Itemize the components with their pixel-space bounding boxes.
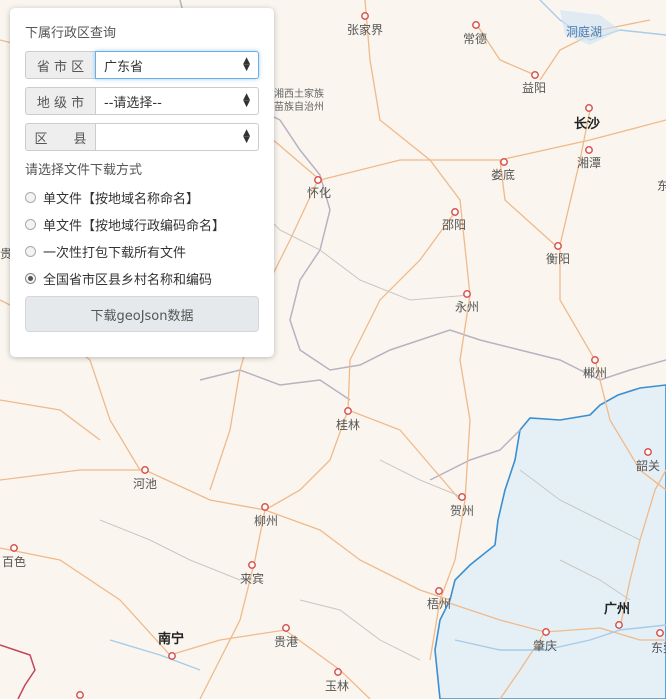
region-label-xiangxi-2: 苗族自治州 (274, 100, 324, 113)
radio-icon[interactable] (25, 246, 36, 257)
panel-title: 下属行政区查询 (25, 26, 117, 41)
province-row: 省 市 区 广东省 ▲ ▼ (25, 51, 259, 79)
admin-query-panel: 下属行政区查询 省 市 区 广东省 ▲ ▼ 地 级 市 --请选择-- ▲ ▼ 区 … (10, 8, 274, 357)
radio-icon[interactable] (25, 219, 36, 230)
region-label-xiangxi-1: 湘西土家族 (274, 87, 324, 100)
city-label: 桂林 (336, 417, 360, 432)
edge-label-right-top: 东 (657, 179, 666, 193)
select-arrows-icon: ▲ ▼ (243, 128, 250, 145)
county-select[interactable]: ▲ ▼ (95, 123, 259, 151)
city-label: 柳州 (254, 514, 278, 528)
radio-icon[interactable] (25, 192, 36, 203)
city-label: 怀化 (307, 186, 331, 200)
select-arrows-icon: ▲ ▼ (243, 92, 250, 109)
city-select-value: --请选择-- (104, 95, 162, 111)
city-label: 郴州 (583, 366, 607, 380)
radio-checked-icon[interactable] (25, 273, 36, 284)
city-label: 邵阳 (442, 218, 466, 232)
city-label: 玉林 (325, 679, 349, 693)
download-mode-label: 请选择文件下载方式 (25, 163, 143, 178)
city-label: 百色 (2, 555, 26, 569)
edge-label-right: 东莞 (651, 641, 666, 655)
city-label: 湘潭 (577, 155, 601, 170)
download-option-national[interactable]: 全国省市区县乡村名称和编码 (25, 265, 259, 292)
city-select[interactable]: --请选择-- ▲ ▼ (95, 87, 259, 115)
city-label: 长沙 (574, 116, 600, 132)
city-label: 地 级 市 (25, 87, 95, 115)
province-select-value: 广东省 (104, 59, 144, 75)
city-label: 南宁 (158, 631, 184, 647)
city-label: 韶关 (636, 458, 660, 473)
city-label: 贵港 (274, 635, 298, 649)
city-label: 娄底 (491, 167, 515, 182)
city-label: 衡阳 (546, 252, 570, 266)
city-label: 常德 (463, 31, 487, 46)
lake-label-dongting: 洞庭湖 (566, 24, 602, 39)
province-select[interactable]: 广东省 ▲ ▼ (95, 51, 259, 79)
download-option-zip[interactable]: 一次性打包下载所有文件 (25, 238, 259, 265)
download-option-label: 单文件【按地域名称命名】 (43, 192, 200, 207)
city-label: 河池 (133, 477, 157, 491)
download-option-code[interactable]: 单文件【按地域行政编码命名】 (25, 211, 259, 238)
county-row: 区 县 ▲ ▼ (25, 123, 259, 151)
province-label: 省 市 区 (25, 51, 95, 79)
city-label: 张家界 (347, 22, 383, 37)
city-label: 益阳 (522, 81, 546, 95)
city-row: 地 级 市 --请选择-- ▲ ▼ (25, 87, 259, 115)
download-option-label: 全国省市区县乡村名称和编码 (43, 273, 213, 288)
city-label: 肇庆 (533, 638, 557, 653)
download-geojson-button[interactable]: 下载geoJson数据 (25, 296, 259, 332)
download-option-label: 单文件【按地域行政编码命名】 (43, 219, 226, 234)
city-label: 梧州 (427, 596, 451, 611)
city-label: 广州 (604, 601, 630, 617)
city-label: 贺州 (450, 504, 474, 518)
county-label: 区 县 (25, 123, 95, 151)
download-option-name[interactable]: 单文件【按地域名称命名】 (25, 184, 259, 211)
download-option-label: 一次性打包下载所有文件 (43, 246, 187, 261)
city-label: 来宾 (240, 571, 264, 586)
city-label: 永州 (455, 300, 479, 314)
select-arrows-icon: ▲ ▼ (243, 56, 250, 73)
